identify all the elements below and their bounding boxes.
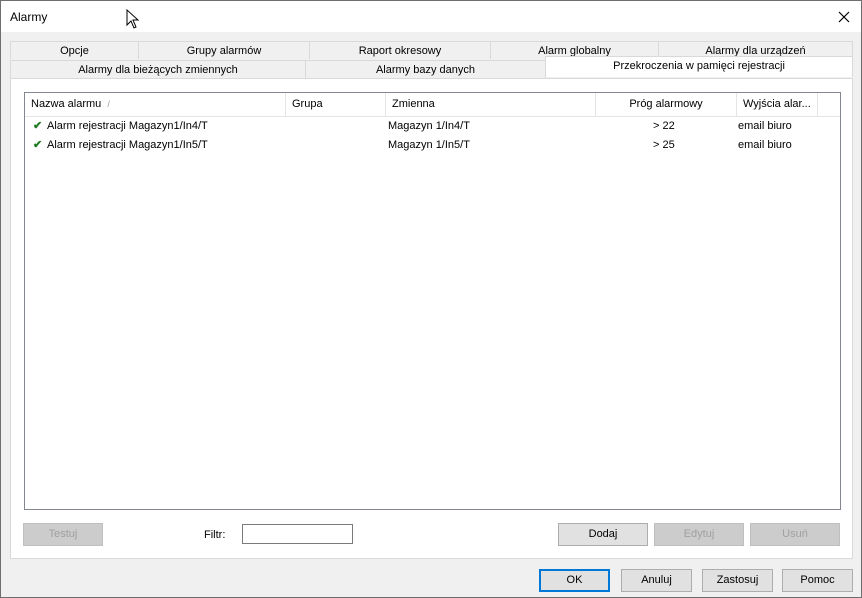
tab-label: Raport okresowy xyxy=(358,45,442,57)
apply-button[interactable]: Zastosuj xyxy=(702,569,773,592)
tab-przekroczenia[interactable]: Przekroczenia w pamięci rejestracji xyxy=(545,56,853,77)
tab-alarmy-bazy-danych[interactable]: Alarmy bazy danych xyxy=(305,60,546,78)
ok-button[interactable]: OK xyxy=(539,569,610,592)
alarms-list[interactable]: Nazwa alarmu / Grupa Zmienna Próg alarmow… xyxy=(24,92,841,510)
cell-name: Alarm rejestracji Magazyn1/In4/T xyxy=(47,120,208,132)
tab-raport-okresowy[interactable]: Raport okresowy xyxy=(309,41,491,59)
alarms-dialog: Alarmy Opcje Grupy alarmów Raport okreso… xyxy=(0,0,862,598)
help-button[interactable]: Pomoc xyxy=(782,569,853,592)
tab-label: Alarmy bazy danych xyxy=(375,64,476,76)
button-label: Usuń xyxy=(782,528,808,540)
button-label: Testuj xyxy=(48,528,78,540)
close-icon xyxy=(838,11,850,22)
cell-threshold: > 25 xyxy=(653,139,675,151)
delete-button[interactable]: Usuń xyxy=(750,523,840,546)
tab-opcje[interactable]: Opcje xyxy=(10,41,139,59)
column-grupa[interactable]: Grupa xyxy=(286,93,386,116)
cell-name: Alarm rejestracji Magazyn1/In5/T xyxy=(47,139,208,151)
tab-grupy-alarmow[interactable]: Grupy alarmów xyxy=(138,41,310,59)
filter-label: Filtr: xyxy=(204,529,226,541)
sort-icon: / xyxy=(107,99,110,109)
button-label: OK xyxy=(566,574,583,586)
button-label: Edytuj xyxy=(683,528,715,540)
cell-outputs: email biuro xyxy=(738,120,792,132)
button-label: Anuluj xyxy=(641,574,672,586)
list-header: Nazwa alarmu / Grupa Zmienna Próg alarmow… xyxy=(25,93,840,117)
tab-label: Opcje xyxy=(60,45,89,57)
tab-label: Alarmy dla bieżących zmiennych xyxy=(78,64,238,76)
column-label: Nazwa alarmu xyxy=(31,98,102,110)
tab-label: Grupy alarmów xyxy=(186,45,262,57)
column-label: Zmienna xyxy=(392,98,435,110)
column-prog-alarmowy[interactable]: Próg alarmowy xyxy=(596,93,737,116)
cell-threshold: > 22 xyxy=(653,120,675,132)
test-button[interactable]: Testuj xyxy=(23,523,103,546)
add-button[interactable]: Dodaj xyxy=(558,523,648,546)
button-label: Dodaj xyxy=(588,528,618,540)
table-row[interactable]: ✔ Alarm rejestracji Magazyn1/In5/T Magaz… xyxy=(25,136,840,155)
check-icon: ✔ xyxy=(33,139,43,151)
column-zmienna[interactable]: Zmienna xyxy=(386,93,596,116)
tab-label: Przekroczenia w pamięci rejestracji xyxy=(613,60,785,72)
button-label: Zastosuj xyxy=(716,574,759,586)
edit-button[interactable]: Edytuj xyxy=(654,523,744,546)
cursor-icon xyxy=(126,8,140,32)
table-row[interactable]: ✔ Alarm rejestracji Magazyn1/In4/T Magaz… xyxy=(25,117,840,136)
cell-outputs: email biuro xyxy=(738,139,792,151)
column-label: Wyjścia alar... xyxy=(743,98,811,110)
check-icon: ✔ xyxy=(33,120,43,132)
tab-alarmy-biezacych-zmiennych[interactable]: Alarmy dla bieżących zmiennych xyxy=(10,60,306,78)
column-label: Próg alarmowy xyxy=(629,98,703,110)
filter-input[interactable] xyxy=(242,524,353,544)
column-wyjscia-alarmowe[interactable]: Wyjścia alar... xyxy=(737,93,818,116)
close-button[interactable] xyxy=(827,1,861,32)
cell-variable: Magazyn 1/In4/T xyxy=(388,120,470,132)
title-bar: Alarmy xyxy=(1,1,861,32)
window-title: Alarmy xyxy=(10,10,48,24)
column-label: Grupa xyxy=(292,98,323,110)
tab-strip: Opcje Grupy alarmów Raport okresowy Alar… xyxy=(10,41,853,81)
column-nazwa-alarmu[interactable]: Nazwa alarmu / xyxy=(25,93,286,116)
cancel-button[interactable]: Anuluj xyxy=(621,569,692,592)
cell-variable: Magazyn 1/In5/T xyxy=(388,139,470,151)
button-label: Pomoc xyxy=(800,574,835,586)
